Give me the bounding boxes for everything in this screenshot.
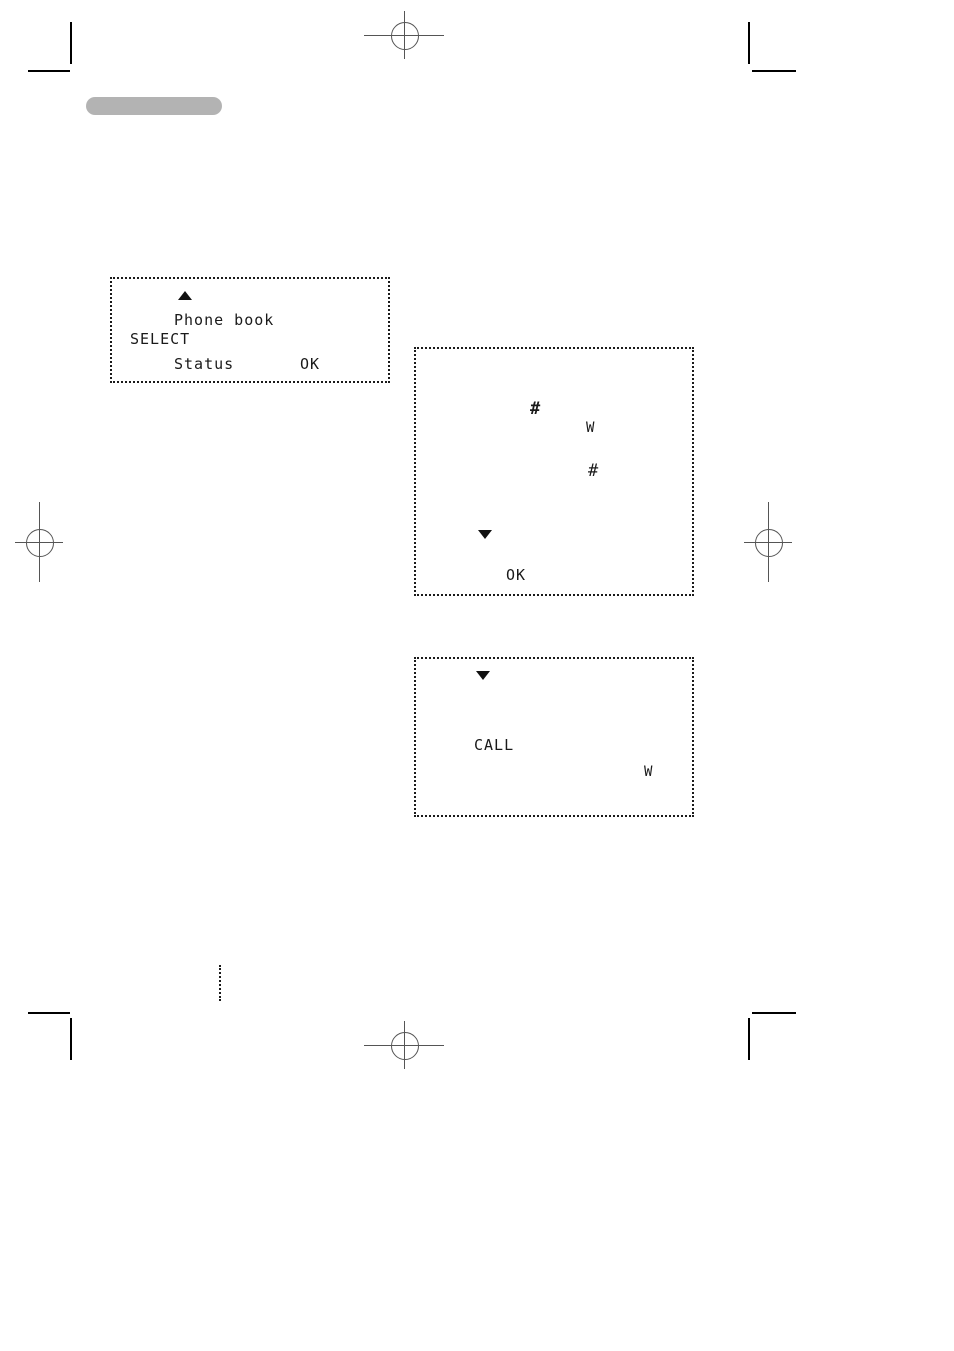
footer-dotted-rule xyxy=(219,965,221,1001)
crop-mark-top-right-horizontal xyxy=(752,70,796,72)
crop-mark-top-left-horizontal xyxy=(28,70,70,72)
triangle-down-icon xyxy=(476,671,490,680)
crop-mark-top-right-vertical xyxy=(748,22,750,64)
lcd-label-call: CALL xyxy=(474,736,515,754)
registration-mark-top-circle-icon xyxy=(391,22,419,50)
lcd-label-status: Status xyxy=(174,355,235,373)
crop-mark-bottom-left xyxy=(28,1012,88,1072)
crop-mark-bottom-right-horizontal xyxy=(752,1012,796,1014)
entry-select-display: # W # OK xyxy=(414,347,694,596)
crop-mark-bottom-right xyxy=(742,1012,802,1072)
registration-mark-right-circle-icon xyxy=(755,529,783,557)
lcd-label-ok: OK xyxy=(300,355,321,373)
sharp-symbol-thin-icon: # xyxy=(588,461,599,481)
manual-page: Phone book SELECT Status OK # W # OK CALL W xyxy=(0,0,954,1351)
lcd-label-select: SELECT xyxy=(130,330,191,348)
sharp-symbol-bold-icon: # xyxy=(530,399,541,419)
crop-mark-bottom-left-vertical xyxy=(70,1018,72,1060)
crop-mark-bottom-right-vertical xyxy=(748,1018,750,1060)
lcd-label-phone-book: Phone book xyxy=(174,311,275,329)
header-pill xyxy=(86,97,222,115)
crop-mark-top-left-vertical xyxy=(70,22,72,64)
call-display: CALL W xyxy=(414,657,694,817)
registration-mark-left-circle-icon xyxy=(26,529,54,557)
registration-mark-bottom-circle-icon xyxy=(391,1032,419,1060)
crop-mark-top-right xyxy=(742,22,802,82)
crop-mark-bottom-left-horizontal xyxy=(28,1012,70,1014)
faint-w-glyph: W xyxy=(586,420,595,436)
phone-book-display: Phone book SELECT Status OK xyxy=(110,277,390,383)
faint-w-glyph: W xyxy=(644,764,653,780)
triangle-up-icon xyxy=(178,291,192,300)
lcd-label-ok: OK xyxy=(506,566,527,584)
triangle-down-icon xyxy=(478,530,492,539)
crop-mark-top-left xyxy=(28,22,88,82)
